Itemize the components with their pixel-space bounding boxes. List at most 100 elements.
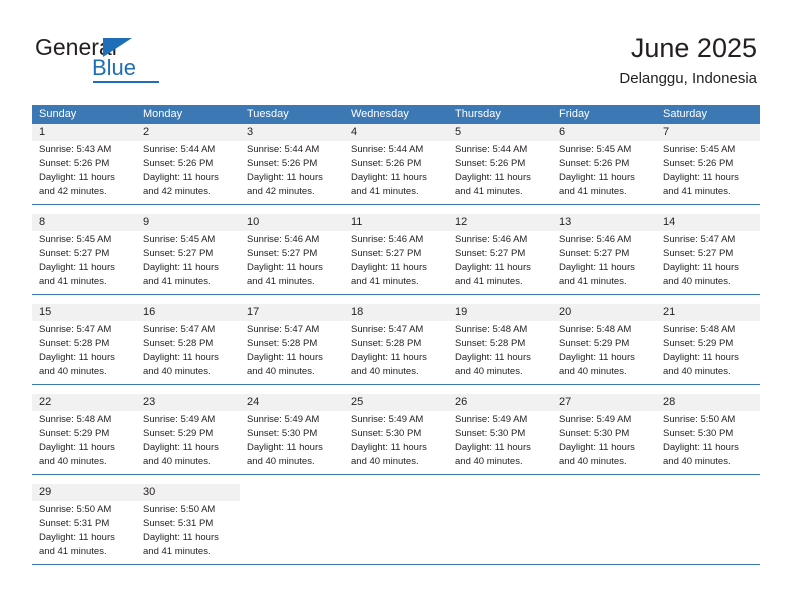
day-cell[interactable]: Sunrise: 5:45 AM Sunset: 5:26 PM Daylight:… (552, 141, 656, 204)
day-number[interactable]: 4 (344, 124, 448, 141)
day-cell[interactable]: Sunrise: 5:49 AM Sunset: 5:29 PM Daylight:… (136, 411, 240, 474)
day-info-line: and 40 minutes. (351, 366, 419, 377)
day-number[interactable]: 19 (448, 304, 552, 321)
day-number[interactable]: 30 (136, 484, 240, 501)
day-info-line: Sunset: 5:26 PM (351, 158, 422, 169)
weekday-header-wednesday: Wednesday (351, 108, 409, 120)
day-info-line: Sunrise: 5:49 AM (351, 414, 424, 425)
day-number-empty (448, 484, 552, 501)
day-cell[interactable]: Sunrise: 5:48 AM Sunset: 5:29 PM Daylight:… (32, 411, 136, 474)
day-cell[interactable]: Sunrise: 5:49 AM Sunset: 5:30 PM Daylight:… (552, 411, 656, 474)
day-number[interactable]: 14 (656, 214, 760, 231)
day-info-line: Sunset: 5:26 PM (143, 158, 214, 169)
day-cell[interactable]: Sunrise: 5:43 AM Sunset: 5:26 PM Daylight:… (32, 141, 136, 204)
day-cell[interactable]: Sunrise: 5:48 AM Sunset: 5:28 PM Daylight:… (448, 321, 552, 384)
day-cell[interactable]: Sunrise: 5:48 AM Sunset: 5:29 PM Daylight:… (656, 321, 760, 384)
day-cell[interactable]: Sunrise: 5:47 AM Sunset: 5:28 PM Daylight:… (32, 321, 136, 384)
day-cell[interactable]: Sunrise: 5:46 AM Sunset: 5:27 PM Daylight:… (448, 231, 552, 294)
calendar-week-row: 15 16 17 18 19 20 21 Sunrise: 5:47 AM Sunset: 5:… (32, 304, 760, 394)
day-number[interactable]: 15 (32, 304, 136, 321)
day-number[interactable]: 12 (448, 214, 552, 231)
day-cell[interactable]: Sunrise: 5:47 AM Sunset: 5:28 PM Daylight:… (344, 321, 448, 384)
day-info-line: Sunset: 5:27 PM (351, 248, 422, 259)
day-number[interactable]: 22 (32, 394, 136, 411)
day-number[interactable]: 13 (552, 214, 656, 231)
day-number[interactable]: 3 (240, 124, 344, 141)
day-info-line: and 40 minutes. (455, 366, 523, 377)
day-info-line: Sunset: 5:30 PM (247, 428, 318, 439)
day-info-line: and 41 minutes. (559, 276, 627, 287)
day-info-line: Sunset: 5:29 PM (39, 428, 110, 439)
day-cell[interactable]: Sunrise: 5:47 AM Sunset: 5:27 PM Daylight:… (656, 231, 760, 294)
day-info-line: Sunset: 5:26 PM (39, 158, 110, 169)
day-info-line: and 41 minutes. (39, 546, 107, 557)
day-cell[interactable]: Sunrise: 5:46 AM Sunset: 5:27 PM Daylight:… (552, 231, 656, 294)
day-number[interactable]: 17 (240, 304, 344, 321)
day-info-line: Sunset: 5:29 PM (559, 338, 630, 349)
day-number[interactable]: 26 (448, 394, 552, 411)
page-title: June 2025 (630, 33, 757, 63)
day-number[interactable]: 11 (344, 214, 448, 231)
day-cell[interactable]: Sunrise: 5:50 AM Sunset: 5:31 PM Daylight:… (136, 501, 240, 564)
day-info-line: Daylight: 11 hours (39, 532, 115, 543)
day-number[interactable]: 20 (552, 304, 656, 321)
day-cell[interactable]: Sunrise: 5:49 AM Sunset: 5:30 PM Daylight:… (344, 411, 448, 474)
day-info-line: Sunset: 5:27 PM (455, 248, 526, 259)
day-cell[interactable]: Sunrise: 5:45 AM Sunset: 5:27 PM Daylight:… (136, 231, 240, 294)
day-cell[interactable]: Sunrise: 5:46 AM Sunset: 5:27 PM Daylight:… (344, 231, 448, 294)
day-cell[interactable]: Sunrise: 5:50 AM Sunset: 5:30 PM Daylight:… (656, 411, 760, 474)
day-cell[interactable]: Sunrise: 5:48 AM Sunset: 5:29 PM Daylight:… (552, 321, 656, 384)
day-info-line: Daylight: 11 hours (559, 442, 635, 453)
day-cell[interactable]: Sunrise: 5:45 AM Sunset: 5:27 PM Daylight:… (32, 231, 136, 294)
day-info-line: Daylight: 11 hours (247, 352, 323, 363)
day-info-line: Sunrise: 5:44 AM (455, 144, 528, 155)
day-info-line: Sunrise: 5:48 AM (455, 324, 528, 335)
day-info-line: and 40 minutes. (39, 366, 107, 377)
day-number-row: 8 9 10 11 12 13 14 (32, 214, 760, 231)
day-number[interactable]: 25 (344, 394, 448, 411)
day-cell[interactable]: Sunrise: 5:47 AM Sunset: 5:28 PM Daylight:… (240, 321, 344, 384)
day-cell[interactable]: Sunrise: 5:49 AM Sunset: 5:30 PM Daylight:… (448, 411, 552, 474)
day-number[interactable]: 10 (240, 214, 344, 231)
day-cell[interactable]: Sunrise: 5:49 AM Sunset: 5:30 PM Daylight:… (240, 411, 344, 474)
day-info-line: Sunset: 5:30 PM (663, 428, 734, 439)
day-number[interactable]: 2 (136, 124, 240, 141)
day-number[interactable]: 24 (240, 394, 344, 411)
day-number[interactable]: 5 (448, 124, 552, 141)
day-content-row: Sunrise: 5:47 AM Sunset: 5:28 PM Daylight:… (32, 321, 760, 384)
day-cell[interactable]: Sunrise: 5:44 AM Sunset: 5:26 PM Daylight:… (344, 141, 448, 204)
day-number[interactable]: 7 (656, 124, 760, 141)
day-info-line: Sunrise: 5:47 AM (39, 324, 112, 335)
day-number[interactable]: 18 (344, 304, 448, 321)
day-content-row: Sunrise: 5:48 AM Sunset: 5:29 PM Daylight:… (32, 411, 760, 474)
day-info-line: and 42 minutes. (143, 186, 211, 197)
weekday-header-saturday: Saturday (663, 108, 708, 120)
day-info-line: Daylight: 11 hours (663, 262, 739, 273)
day-info-line: Sunrise: 5:50 AM (39, 504, 112, 515)
day-cell[interactable]: Sunrise: 5:44 AM Sunset: 5:26 PM Daylight:… (136, 141, 240, 204)
day-cell[interactable]: Sunrise: 5:46 AM Sunset: 5:27 PM Daylight:… (240, 231, 344, 294)
day-info-line: Daylight: 11 hours (351, 262, 427, 273)
day-number[interactable]: 6 (552, 124, 656, 141)
day-number[interactable]: 21 (656, 304, 760, 321)
day-info-line: Daylight: 11 hours (455, 262, 531, 273)
day-number[interactable]: 28 (656, 394, 760, 411)
day-number[interactable]: 1 (32, 124, 136, 141)
day-cell[interactable]: Sunrise: 5:44 AM Sunset: 5:26 PM Daylight:… (448, 141, 552, 204)
day-info-line: Sunrise: 5:50 AM (663, 414, 736, 425)
day-number[interactable]: 8 (32, 214, 136, 231)
calendar-week-row: 29 30 Sunrise: 5:50 AM Sunset: 5:31 PM Dayli… (32, 484, 760, 565)
day-cell[interactable]: Sunrise: 5:44 AM Sunset: 5:26 PM Daylight:… (240, 141, 344, 204)
day-cell[interactable]: Sunrise: 5:47 AM Sunset: 5:28 PM Daylight:… (136, 321, 240, 384)
day-number[interactable]: 29 (32, 484, 136, 501)
day-cell[interactable]: Sunrise: 5:45 AM Sunset: 5:26 PM Daylight:… (656, 141, 760, 204)
day-number[interactable]: 23 (136, 394, 240, 411)
day-number[interactable]: 9 (136, 214, 240, 231)
day-number[interactable]: 16 (136, 304, 240, 321)
day-info-line: Daylight: 11 hours (247, 262, 323, 273)
day-info-line: Sunset: 5:28 PM (351, 338, 422, 349)
day-number[interactable]: 27 (552, 394, 656, 411)
day-info-line: Sunrise: 5:50 AM (143, 504, 216, 515)
day-info-line: Daylight: 11 hours (143, 172, 219, 183)
day-cell[interactable]: Sunrise: 5:50 AM Sunset: 5:31 PM Daylight:… (32, 501, 136, 564)
